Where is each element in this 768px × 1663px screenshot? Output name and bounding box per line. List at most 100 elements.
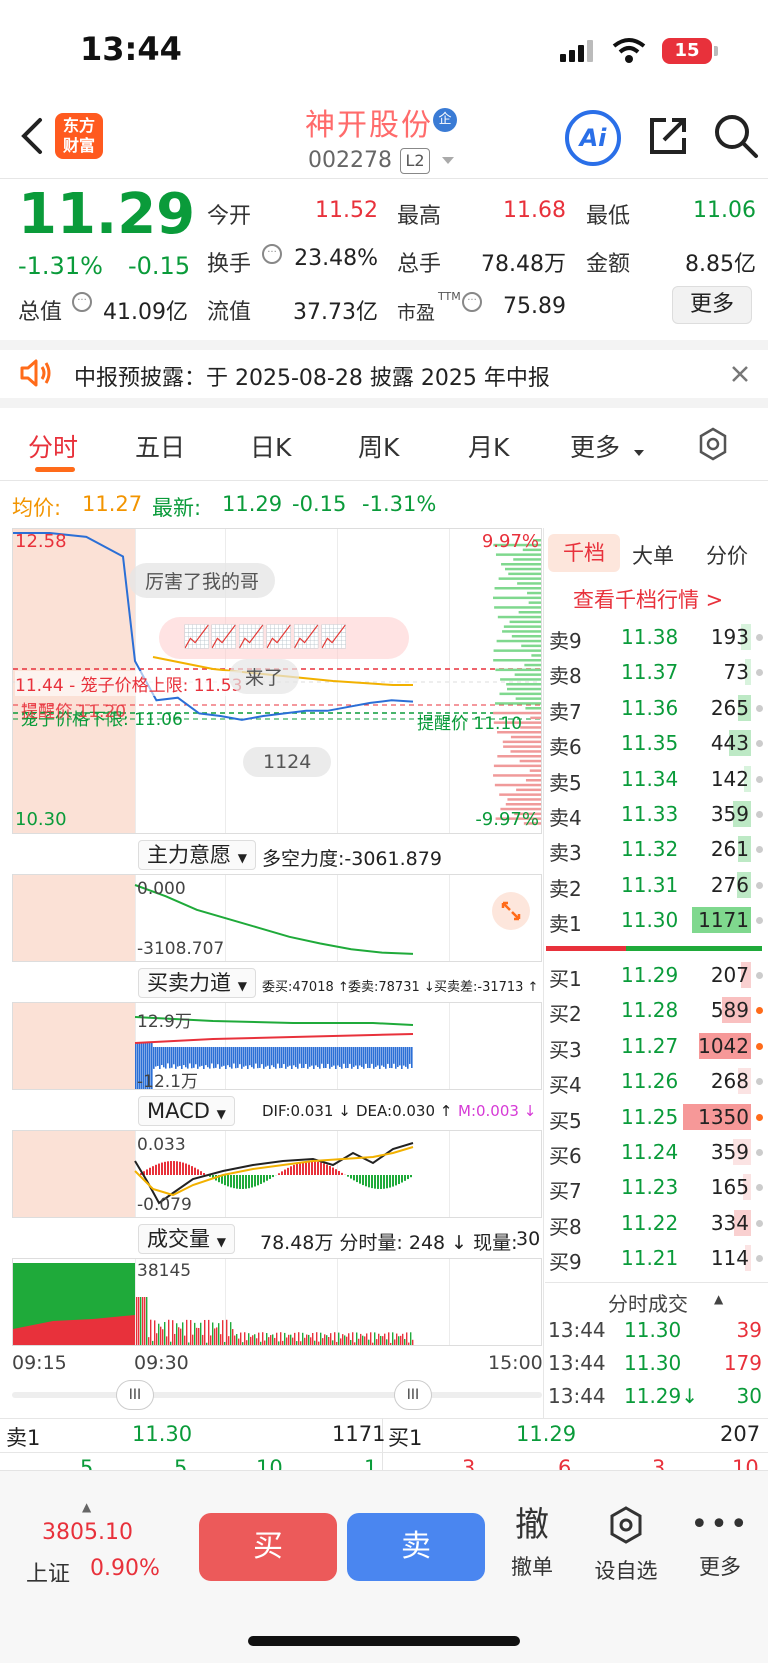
range-slider-handle-left[interactable]: III (116, 1380, 154, 1410)
gear-icon[interactable] (695, 426, 731, 462)
stock-name[interactable]: 神开股份 (305, 100, 433, 144)
buy-level-row[interactable]: 买6 11.24 359 (545, 1135, 763, 1169)
info-icon[interactable]: ··· (72, 292, 92, 312)
volume-bar (172, 1320, 174, 1345)
buy-button[interactable]: 买 (199, 1513, 337, 1581)
volume-bar (192, 1334, 194, 1345)
tab-daily-k[interactable]: 日K (250, 428, 291, 464)
share-icon[interactable] (646, 114, 690, 158)
sell-level-row[interactable]: 卖4 11.33 359 (545, 797, 763, 831)
buy-sell-bar (393, 1047, 395, 1064)
buy-level-row[interactable]: 买9 11.21 114 (545, 1241, 763, 1275)
trades-title[interactable]: 分时成交 (608, 1288, 688, 1317)
intraday-chart[interactable]: 12.58 10.30 9.97% -9.97% 11.44 - 笼子价格上限:… (12, 528, 542, 834)
buy-level-label: 买6 (549, 1144, 582, 1168)
pe-superscript: TTM (438, 290, 461, 303)
buy-level-row[interactable]: 买4 11.26 268 (545, 1064, 763, 1098)
buy-sell-bar (305, 1047, 307, 1065)
depth-bar (510, 750, 541, 753)
buy-level-row[interactable]: 买1 11.29 207 (545, 958, 763, 992)
range-slider-handle-right[interactable]: III (394, 1380, 432, 1410)
orderbook-tab-price[interactable]: 分价 (706, 540, 748, 570)
sell-button[interactable]: 卖 (347, 1513, 485, 1581)
sell-level-row[interactable]: 卖8 11.37 73 (545, 655, 763, 689)
buy-sell-bar (227, 1047, 229, 1066)
sell-level-row[interactable]: 卖7 11.36 265 (545, 691, 763, 725)
buy-sell-bar (291, 1047, 293, 1069)
buy-sell-bar (301, 1047, 303, 1069)
info-icon[interactable]: ··· (462, 292, 482, 312)
add-watchlist-button[interactable]: 设自选 (586, 1505, 666, 1585)
back-icon[interactable] (18, 116, 44, 156)
tab-five-day[interactable]: 五日 (135, 428, 185, 464)
orderbook-tab-large[interactable]: 大单 (632, 540, 674, 570)
volume-bar (374, 1332, 376, 1345)
buy-sell-power-chart[interactable]: 12.9万 -12.1万 (12, 1002, 542, 1090)
buy-sell-bar (153, 1047, 155, 1069)
volume-bar (262, 1332, 264, 1345)
index-name[interactable]: 上证 (26, 1556, 70, 1588)
chevron-up-icon[interactable]: ▲ (82, 1500, 91, 1514)
cancel-order-button[interactable]: 撤 撤单 (492, 1505, 572, 1581)
buy-level-row[interactable]: 买5 11.25 1350 (545, 1100, 763, 1134)
volume-chart[interactable]: 38145 (12, 1258, 542, 1346)
info-icon[interactable]: ··· (262, 244, 282, 264)
sub-indicator-selector[interactable]: 主力意愿 ▼ (138, 840, 256, 870)
macd-chart[interactable]: 0.033 -0.079 (12, 1130, 542, 1218)
volume-bar (202, 1334, 204, 1345)
orderbook-link[interactable]: 查看千档行情 > (573, 584, 723, 614)
volume-bar (166, 1336, 168, 1345)
sell-level-row[interactable]: 卖3 11.32 261 (545, 832, 763, 866)
index-pct[interactable]: 0.90% (90, 1556, 160, 1581)
buy-sell-bar (249, 1047, 251, 1066)
sell-level-label: 卖2 (549, 876, 582, 901)
buy-level-row[interactable]: 买8 11.22 334 (545, 1206, 763, 1240)
volume-bar (320, 1332, 322, 1345)
sell-level-label: 卖1 (549, 912, 582, 937)
expand-icon[interactable] (491, 891, 531, 931)
sell-level-row[interactable]: 卖5 11.34 142 (545, 762, 763, 796)
tab-weekly-k[interactable]: 周K (358, 428, 399, 464)
buy-level-row[interactable]: 买3 11.27 1042 (545, 1029, 763, 1063)
notice-text[interactable]: 中报预披露：于 2025-08-28 披露 2025 年中报 (74, 360, 550, 392)
sub-indicator-selector[interactable]: 成交量 ▼ (138, 1224, 235, 1254)
orderbook-tab-thousand[interactable]: 千档 (548, 534, 620, 572)
index-value[interactable]: 3805.10 (42, 1520, 133, 1545)
macd-histogram-bar (314, 1161, 316, 1175)
search-icon[interactable] (712, 112, 760, 160)
chevron-down-icon[interactable] (440, 155, 456, 167)
buy-level-row[interactable]: 买7 11.23 165 (545, 1170, 763, 1204)
sub-indicator-selector[interactable]: MACD ▼ (138, 1096, 235, 1126)
tab-monthly-k[interactable]: 月K (468, 428, 509, 464)
macd-histogram-bar (284, 1169, 286, 1175)
buy-sell-bar (327, 1047, 329, 1064)
buy-sell-bar (173, 1047, 175, 1065)
sell-level-row[interactable]: 卖6 11.35 443 (545, 726, 763, 760)
buy-sell-bar (207, 1047, 209, 1068)
sub3-top-label: 0.033 (137, 1135, 186, 1155)
hexagon-icon (610, 1506, 642, 1544)
buy-sell-bar (259, 1047, 261, 1068)
sell-level-row[interactable]: 卖2 11.31 276 (545, 868, 763, 902)
range-slider-track[interactable] (12, 1392, 542, 1398)
volume-bar (312, 1332, 314, 1345)
avg-price-label: 均价: (12, 496, 62, 520)
buy-level-row[interactable]: 买2 11.28 589 (545, 993, 763, 1027)
more-quote-button[interactable]: 更多 (672, 286, 752, 324)
close-icon[interactable] (730, 364, 750, 384)
more-button[interactable]: ••• 更多 (680, 1505, 760, 1581)
sell-level-row[interactable]: 卖9 11.38 193 (545, 620, 763, 654)
depth-bar (495, 668, 541, 672)
danmaku-bubble: 厉害了我的哥 (129, 563, 276, 598)
buy-sell-bar (407, 1047, 409, 1069)
buy-sell-bar (315, 1047, 317, 1066)
main-force-chart[interactable]: 0.000 -3108.707 (12, 874, 542, 962)
tab-intraday[interactable]: 分时 (28, 428, 78, 464)
summary-buy1-vol: 207 (720, 1422, 761, 1446)
sub-indicator-selector[interactable]: 买卖力道 ▼ (138, 968, 256, 998)
tab-more[interactable]: 更多 (570, 428, 620, 464)
volume-bar (236, 1334, 238, 1345)
sub1-bottom-label: -3108.707 (137, 939, 225, 959)
ai-assistant-button[interactable]: Ai (565, 110, 621, 166)
sell-level-row[interactable]: 卖1 11.30 1171 (545, 903, 763, 937)
